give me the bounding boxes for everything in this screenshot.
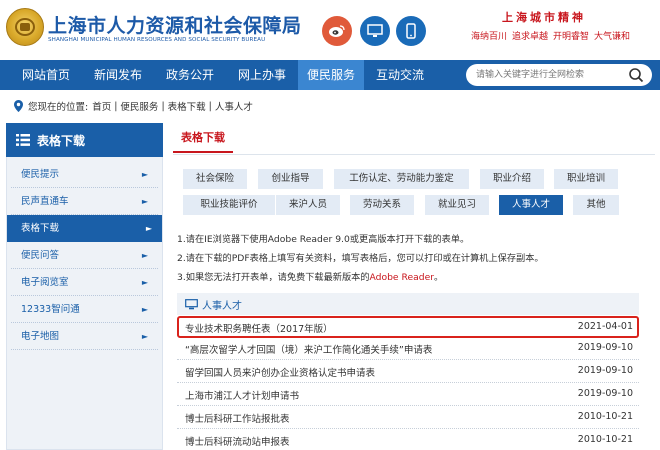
sidebar-item-label: 表格下载 [21,223,60,234]
nav-item-gov-info[interactable]: 政务公开 [154,60,226,90]
arrow-right-icon: ► [141,170,148,179]
form-title[interactable]: 专业技术职务聘任表（2017年版） [185,321,333,335]
note-line-3: 3.如果您无法打开表单，请免费下载最新版本的Adobe Reader。 [177,269,443,283]
sidebar-item-forms[interactable]: 表格下载 ► [7,215,162,242]
tab-divider [173,154,655,155]
sidebar-header: 表格下载 [6,123,163,157]
category-entrepreneurship[interactable]: 创业指导 [258,169,323,189]
category-work-injury[interactable]: 工伤认定、劳动能力鉴定 [334,169,469,189]
sidebar-item-reading-room[interactable]: 电子阅览室 ► [11,269,158,296]
sidebar-item-label: 电子阅览室 [21,277,69,288]
section-title: 人事人才 [202,300,242,312]
breadcrumb-forms[interactable]: 表格下载 [168,99,206,113]
spirit-item: 海纳百川 [471,32,508,42]
mobile-icon[interactable] [396,16,426,46]
arrow-right-icon: ► [141,197,148,206]
note-line-3-text: 3.如果您无法打开表单，请免费下载最新版本的 [177,272,370,283]
arrow-right-icon: ► [141,278,148,287]
form-title[interactable]: 博士后科研流动站申报表 [185,434,290,448]
form-title[interactable]: 留学回国人员来沪创办企业资格认定书申请表 [185,365,375,379]
sidebar-item-label: 民声直通车 [21,196,69,207]
form-title[interactable]: “高层次留学人才回国（境）来沪工作简化通关手续”申请表 [185,342,432,356]
section-header: 人事人才 [177,293,639,315]
breadcrumb: 您现在的位置: 首页 | 便民服务 | 表格下载 | 人事人才 [14,99,253,113]
menu-list-icon [16,134,30,146]
sidebar-item-label: 电子地图 [21,331,60,342]
form-row[interactable]: 博士后科研流动站申报表 2010-10-21 [177,430,639,450]
sidebar-menu: 便民提示 ► 民声直通车 ► 表格下载 ► 便民问答 ► 电子阅览室 ► 12333智问通… [6,157,163,450]
note-line-1: 1.请在IE浏览器下使用Adobe Reader 9.0或更高版本打开下载的表单… [177,234,470,245]
form-row[interactable]: 专业技术职务聘任表（2017年版） 2021-04-01 [177,316,639,338]
category-migrants[interactable]: 来沪人员 [276,195,340,215]
search-icon[interactable] [628,67,644,83]
nav-item-news[interactable]: 新闻发布 [82,60,154,90]
category-internship[interactable]: 就业见习 [425,195,489,215]
bureau-logo-icon[interactable] [6,8,44,46]
form-date: 2019-09-10 [577,365,633,376]
site-subtitle: SHANGHAI MUNICIPAL HUMAN RESOURCES AND S… [48,37,266,43]
monitor-icon [185,298,198,309]
sidebar-item-label: 便民提示 [21,169,60,180]
arrow-right-icon: ► [141,251,148,260]
category-other[interactable]: 其他 [573,195,619,215]
tab-forms-download[interactable]: 表格下载 [173,123,233,153]
nav-item-home[interactable]: 网站首页 [10,60,82,90]
breadcrumb-personnel[interactable]: 人事人才 [215,99,253,113]
arrow-right-icon: ► [145,224,152,233]
arrow-right-icon: ► [141,332,148,341]
breadcrumb-public-service[interactable]: 便民服务 [120,99,158,113]
sidebar-title: 表格下载 [37,133,86,148]
breadcrumb-separator: | [161,100,165,112]
sidebar-item-faq[interactable]: 便民问答 ► [11,242,158,269]
sidebar-item-label: 12333智问通 [21,304,80,315]
form-date: 2019-09-10 [577,342,633,353]
form-row[interactable]: “高层次留学人才回国（境）来沪工作简化通关手续”申请表 2019-09-10 [177,338,639,360]
weibo-icon[interactable] [322,16,352,46]
category-social-insurance[interactable]: 社会保险 [183,169,247,189]
main-content: 表格下载 社会保险 创业指导 工伤认定、劳动能力鉴定 职业介绍 职业培训 职业技… [173,123,655,450]
nav-item-online-service[interactable]: 网上办事 [226,60,298,90]
form-date: 2021-04-01 [577,321,633,332]
site-title[interactable]: 上海市人力资源和社会保障局 [48,11,302,38]
screen-icon[interactable] [360,16,390,46]
sidebar-item-map[interactable]: 电子地图 ► [11,323,158,350]
form-date: 2010-10-21 [577,411,633,422]
nav-item-public-service[interactable]: 便民服务 [298,60,364,90]
sidebar: 表格下载 便民提示 ► 民声直通车 ► 表格下载 ► 便民问答 ► 电子阅览室 ► 123… [6,123,163,450]
search-input[interactable] [476,66,626,84]
nav-item-interaction[interactable]: 互动交流 [364,60,436,90]
city-spirit-items: 海纳百川 追求卓越 开明睿智 大气谦和 [471,29,635,42]
category-vocational-training[interactable]: 职业培训 [554,169,618,189]
search-box [466,64,652,86]
form-date: 2019-09-10 [577,388,633,399]
breadcrumb-separator: | [208,100,212,112]
sidebar-item-label: 便民问答 [21,250,60,261]
form-title[interactable]: 博士后科研工作站报批表 [185,411,290,425]
form-row[interactable]: 留学回国人员来沪创办企业资格认定书申请表 2019-09-10 [177,361,639,383]
form-row[interactable]: 上海市浦江人才计划申请书 2019-09-10 [177,384,639,406]
category-personnel[interactable]: 人事人才 [499,195,563,215]
sidebar-item-hotline[interactable]: 民声直通车 ► [11,188,158,215]
note-line-3-end: 。 [434,272,444,283]
spirit-item: 追求卓越 [512,32,549,42]
category-job-referral[interactable]: 职业介绍 [480,169,544,189]
city-spirit-title: 上海城市精神 [502,11,586,24]
category-skill-evaluation[interactable]: 职业技能评价 [183,195,275,215]
form-title[interactable]: 上海市浦江人才计划申请书 [185,388,299,402]
sidebar-item-12333[interactable]: 12333智问通 ► [11,296,158,323]
form-date: 2010-10-21 [577,434,633,445]
site-header: 上海市人力资源和社会保障局 SHANGHAI MUNICIPAL HUMAN R… [0,0,660,60]
category-labor-relations[interactable]: 劳动关系 [350,195,414,215]
adobe-reader-link[interactable]: Adobe Reader [370,272,435,283]
breadcrumb-home[interactable]: 首页 [92,99,111,113]
location-pin-icon [14,100,23,112]
form-row[interactable]: 博士后科研工作站报批表 2010-10-21 [177,407,639,429]
sidebar-item-tips[interactable]: 便民提示 ► [11,161,158,188]
spirit-item: 大气谦和 [594,32,631,42]
spirit-item: 开明睿智 [553,32,590,42]
note-line-2: 2.请在下载的PDF表格上填写有关资料，填写表格后，您可以打印或在计算机上保存副… [177,253,544,264]
breadcrumb-prefix: 您现在的位置: [28,102,89,113]
breadcrumb-separator: | [114,100,118,112]
arrow-right-icon: ► [141,305,148,314]
